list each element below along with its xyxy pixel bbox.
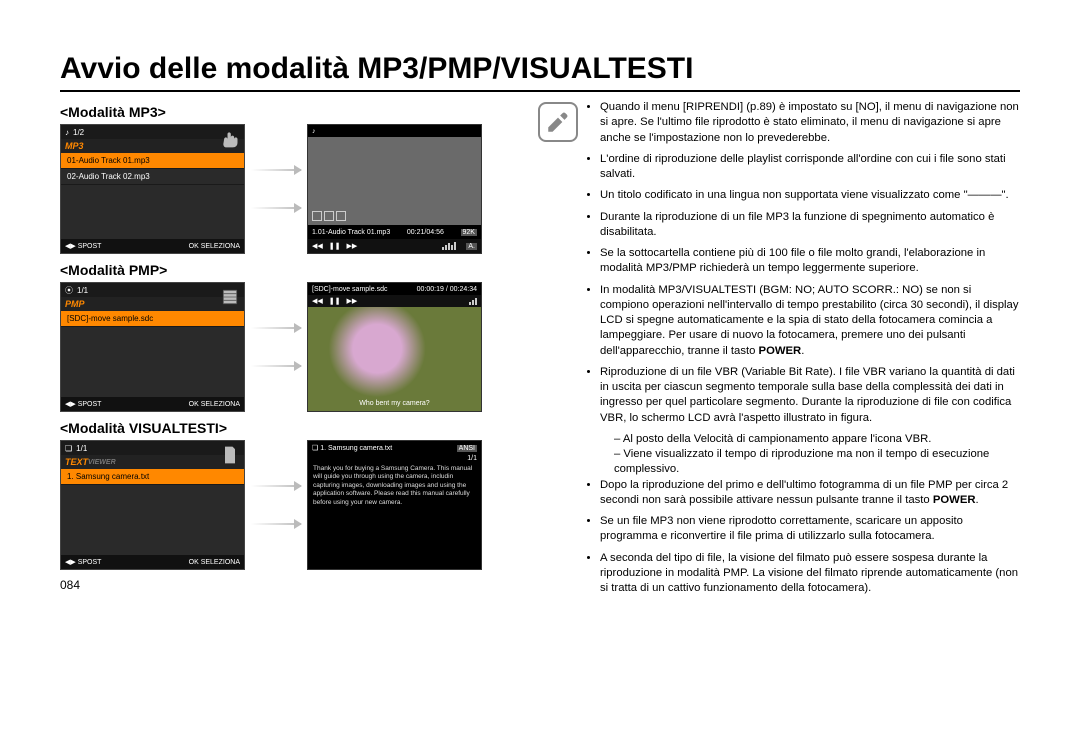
doc-icon: ❏ bbox=[65, 444, 72, 453]
prev-icon[interactable]: ◀◀ bbox=[312, 297, 323, 305]
video-frame bbox=[308, 307, 481, 411]
note-item: Durante la riproduzione di un file MP3 l… bbox=[600, 210, 1020, 241]
text-counter: 1/1 bbox=[76, 444, 87, 453]
arrow-icon bbox=[251, 282, 301, 412]
text-row: ❏ 1/1 TEXT VIEWER 1. Samsung camera.txt … bbox=[60, 440, 520, 570]
note-item: Se la sottocartella contiene più di 100 … bbox=[600, 246, 1020, 277]
music-note-icon: ♪ bbox=[312, 128, 316, 135]
music-note-icon: ♪ bbox=[65, 128, 69, 137]
right-column: Quando il menu [RIPRENDI] (p.89) è impos… bbox=[538, 100, 1020, 602]
film-icon: ⦿ bbox=[65, 285, 73, 296]
text-mode-sub: VIEWER bbox=[88, 459, 116, 466]
note-icon-box bbox=[538, 102, 578, 142]
note-item: Se un file MP3 non viene riprodotto corr… bbox=[600, 514, 1020, 545]
note-item: A seconda del tipo di file, la visione d… bbox=[600, 551, 1020, 597]
note-item: In modalità MP3/VISUALTESTI (BGM: NO; AU… bbox=[600, 283, 1020, 359]
video-caption: Who bent my camera? bbox=[308, 400, 481, 407]
text-page-count: 1/1 bbox=[308, 455, 481, 462]
text-list-screen: ❏ 1/1 TEXT VIEWER 1. Samsung camera.txt … bbox=[60, 440, 245, 570]
list-item[interactable]: [SDC]-move sample.sdc bbox=[61, 311, 244, 327]
note-item: Quando il menu [RIPRENDI] (p.89) è impos… bbox=[600, 100, 1020, 146]
note-item: Un titolo codificato in una lingua non s… bbox=[600, 188, 1020, 203]
page-icon bbox=[220, 445, 240, 465]
arrow-icon bbox=[251, 440, 301, 570]
list-item[interactable]: 02-Audio Track 02.mp3 bbox=[61, 169, 244, 185]
nav-hint-right: OK SELEZIONA bbox=[189, 243, 240, 250]
hand-icon bbox=[220, 129, 240, 149]
page: Avvio delle modalità MP3/PMP/VISUALTESTI… bbox=[0, 0, 1080, 612]
prev-icon[interactable]: ◀◀ bbox=[312, 242, 323, 250]
film-strip-icon bbox=[220, 287, 240, 307]
overlay-time: 00:00:19 / 00:24:34 bbox=[417, 286, 477, 293]
pmp-play-screen: [SDC]-move sample.sdc 00:00:19 / 00:24:3… bbox=[307, 282, 482, 412]
notes-block: Quando il menu [RIPRENDI] (p.89) è impos… bbox=[584, 100, 1020, 602]
pause-icon[interactable]: ❚❚ bbox=[329, 297, 341, 305]
left-column: <Modalità MP3> ♪ 1/2 MP3 01-Audio Track … bbox=[60, 100, 520, 602]
nav-hint-right: OK SELEZIONA bbox=[189, 401, 240, 408]
pmp-counter: 1/1 bbox=[77, 286, 88, 295]
note-item: L'ordine di riproduzione delle playlist … bbox=[600, 152, 1020, 183]
text-body: Thank you for buying a Samsung Camera. T… bbox=[308, 462, 481, 510]
now-playing-title: 1.01-Audio Track 01.mp3 bbox=[312, 229, 390, 236]
next-icon[interactable]: ▶▶ bbox=[347, 242, 358, 250]
text-mode-name: TEXT bbox=[65, 457, 88, 467]
next-icon[interactable]: ▶▶ bbox=[347, 297, 358, 305]
mp3-list-screen: ♪ 1/2 MP3 01-Audio Track 01.mp3 02-Audio… bbox=[60, 124, 245, 254]
nav-hint-right: OK SELEZIONA bbox=[189, 559, 240, 566]
equalizer-icon bbox=[442, 242, 456, 250]
mp3-row: ♪ 1/2 MP3 01-Audio Track 01.mp3 02-Audio… bbox=[60, 124, 520, 254]
now-playing-time: 00:21/04:56 bbox=[407, 229, 444, 236]
mp3-play-screen: ♪ 1.01-Audio Track 01.mp3 00:21/04:56 92… bbox=[307, 124, 482, 254]
volume-icon bbox=[469, 297, 477, 305]
list-item[interactable]: 1. Samsung camera.txt bbox=[61, 469, 244, 485]
bitrate-badge: 92K bbox=[461, 229, 477, 236]
note-item: Dopo la riproduzione del primo e dell'ul… bbox=[600, 478, 1020, 509]
columns: <Modalità MP3> ♪ 1/2 MP3 01-Audio Track … bbox=[60, 100, 1020, 602]
list-item[interactable]: 01-Audio Track 01.mp3 bbox=[61, 153, 244, 169]
mp3-counter: 1/2 bbox=[73, 128, 84, 137]
mp3-mode-name: MP3 bbox=[65, 141, 84, 151]
doc-icon: ❏ 1. Samsung camera.txt bbox=[312, 444, 392, 452]
mode-label-text: <Modalità VISUALTESTI> bbox=[60, 420, 520, 436]
text-view-screen: ❏ 1. Samsung camera.txt ANSI 1/1 Thank y… bbox=[307, 440, 482, 570]
mode-label-mp3: <Modalità MP3> bbox=[60, 104, 520, 120]
note-subitem: Viene visualizzato il tempo di riproduzi… bbox=[614, 447, 1020, 478]
mode-badge: A. bbox=[466, 243, 477, 250]
pause-icon[interactable]: ❚❚ bbox=[329, 242, 341, 250]
thumb-icon bbox=[324, 211, 334, 221]
pmp-row: ⦿ 1/1 PMP [SDC]-move sample.sdc ◀▶ SPOST… bbox=[60, 282, 520, 412]
pmp-list-screen: ⦿ 1/1 PMP [SDC]-move sample.sdc ◀▶ SPOST… bbox=[60, 282, 245, 412]
thumb-icon bbox=[312, 211, 322, 221]
pencil-note-icon bbox=[545, 109, 571, 135]
note-subitem: Al posto della Velocità di campionamento… bbox=[614, 432, 1020, 447]
page-number: 084 bbox=[60, 578, 520, 592]
thumb-icon bbox=[336, 211, 346, 221]
nav-hint-left: ◀▶ SPOST bbox=[65, 400, 101, 408]
overlay-filename: [SDC]-move sample.sdc bbox=[312, 286, 387, 293]
note-item: Riproduzione di un file VBR (Variable Bi… bbox=[600, 365, 1020, 426]
page-title: Avvio delle modalità MP3/PMP/VISUALTESTI bbox=[60, 52, 1020, 92]
pmp-mode-name: PMP bbox=[65, 299, 85, 309]
mode-label-pmp: <Modalità PMP> bbox=[60, 262, 520, 278]
encoding-badge: ANSI bbox=[457, 445, 477, 452]
arrow-icon bbox=[251, 124, 301, 254]
nav-hint-left: ◀▶ SPOST bbox=[65, 558, 101, 566]
nav-hint-left: ◀▶ SPOST bbox=[65, 242, 101, 250]
